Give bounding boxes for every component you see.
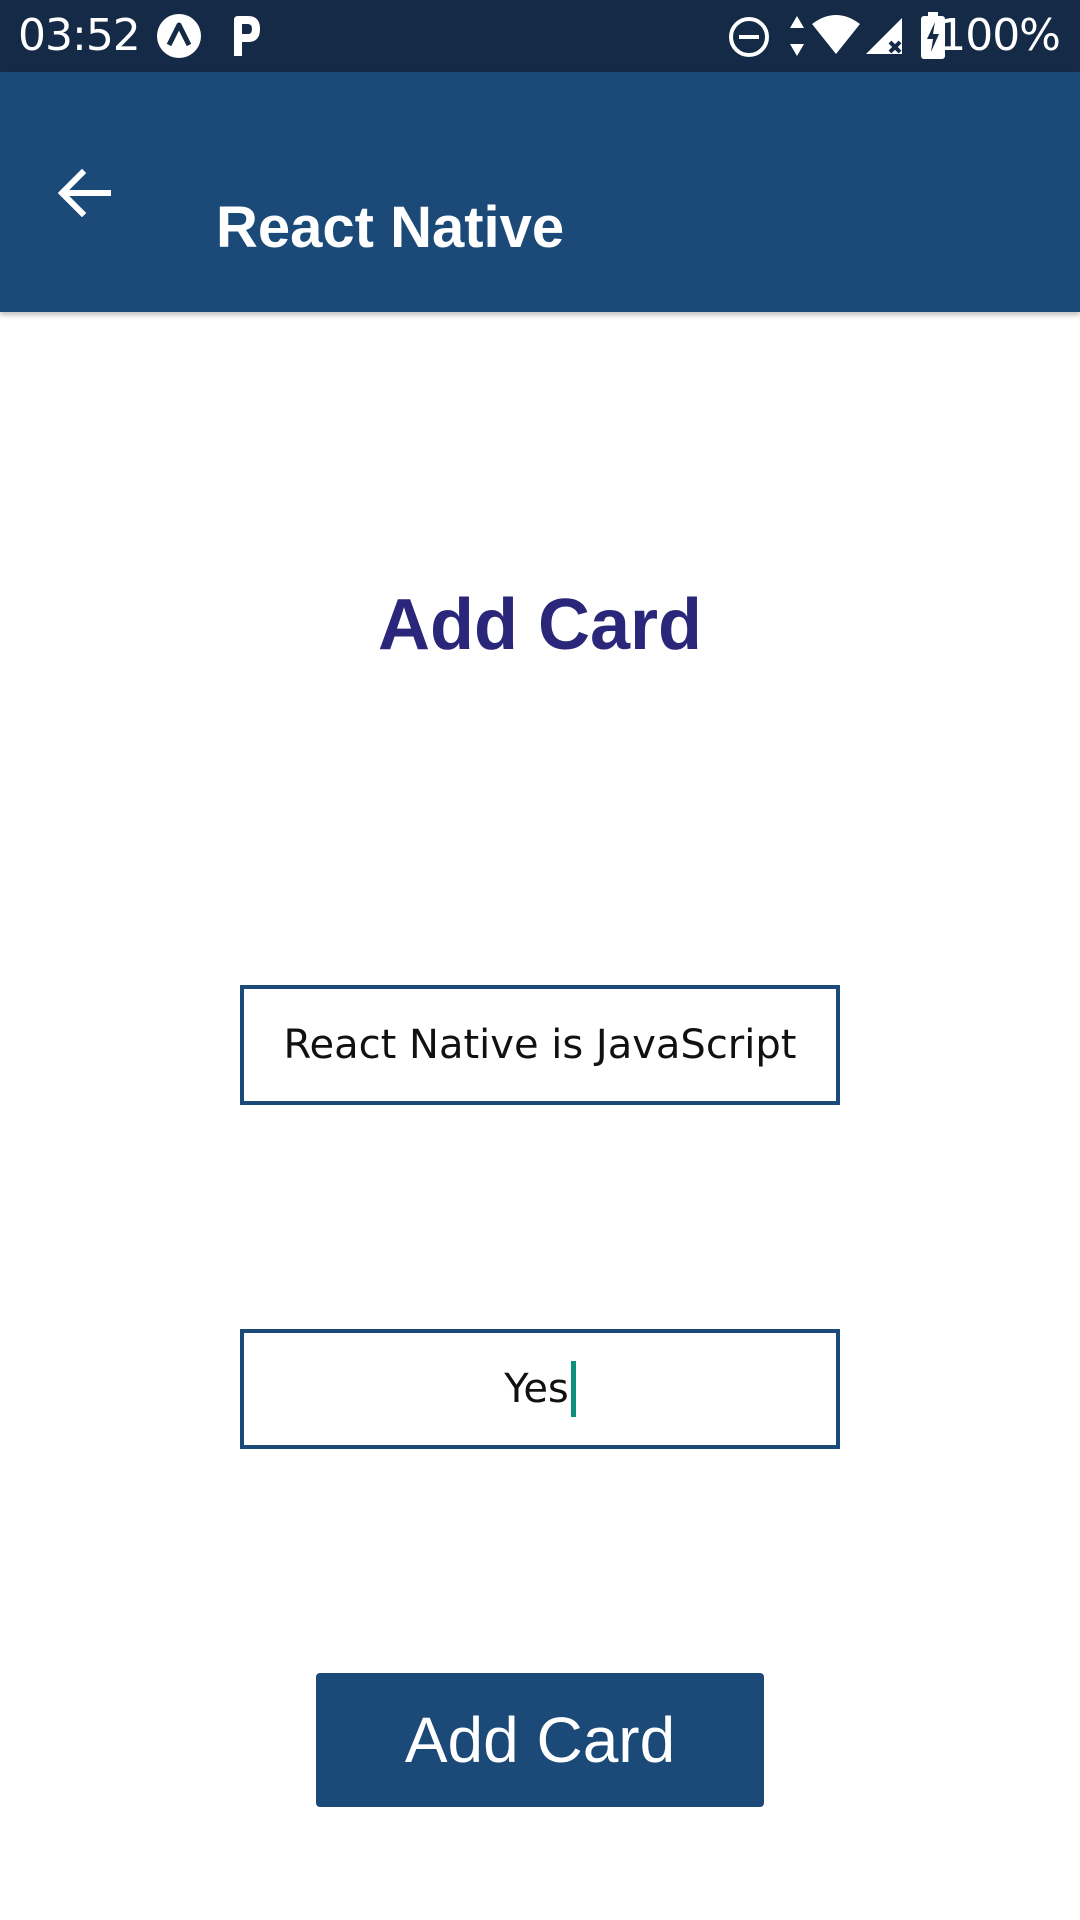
page-title: Add Card [378, 585, 702, 665]
back-button[interactable] [40, 150, 130, 240]
status-time: 03:52 [18, 10, 141, 61]
status-bar: 03:52 100% [0, 0, 1080, 72]
add-card-button[interactable]: Add Card [316, 1673, 764, 1807]
question-field-box [240, 985, 840, 1105]
arrow-left-icon [57, 168, 112, 222]
text-caret [570, 1361, 576, 1417]
expo-icon [155, 12, 203, 65]
wifi-icon [810, 14, 862, 61]
question-input[interactable] [244, 989, 836, 1101]
battery-percentage: 100% [938, 10, 1061, 61]
do-not-disturb-icon [728, 16, 770, 63]
p-icon [226, 12, 266, 65]
app-bar: React Native [0, 72, 1080, 312]
signal-icon [864, 16, 904, 61]
answer-field-box[interactable]: Yes [240, 1329, 840, 1449]
answer-input-text: Yes [504, 1366, 569, 1412]
app-title: React Native [216, 195, 565, 260]
data-arrows-icon [787, 14, 807, 63]
answer-input[interactable]: Yes [244, 1333, 836, 1445]
